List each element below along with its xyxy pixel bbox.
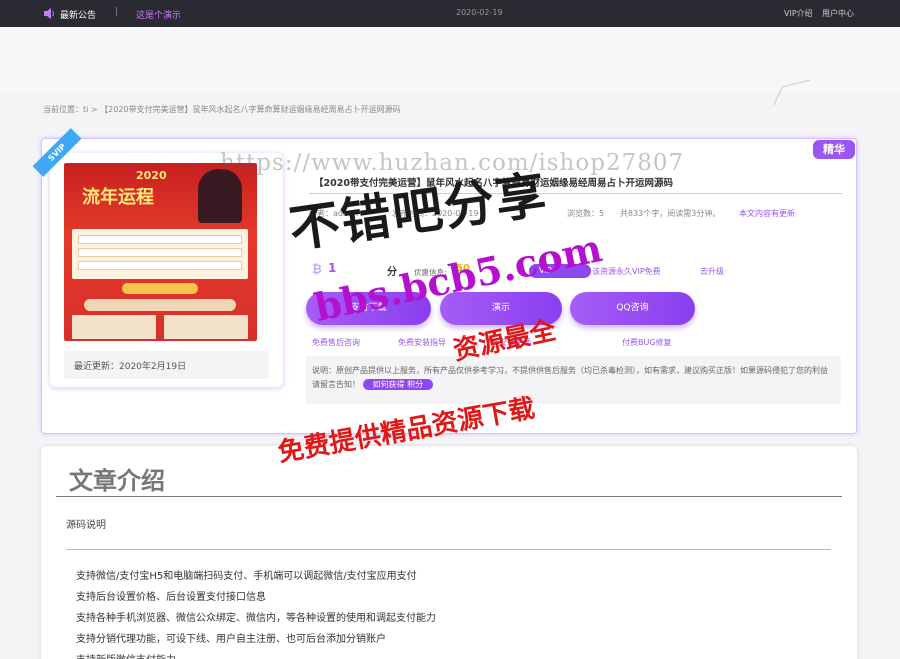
service-item: 免费安装指导 — [398, 338, 446, 347]
service-item: 付费BUG修复 — [622, 338, 672, 347]
content-update-link[interactable]: 本文内容有更新 — [739, 208, 795, 219]
poster-form-row — [78, 261, 242, 270]
notice-date: 2020-02-19 — [456, 8, 503, 17]
feature-item: 支持各种手机浏览器、微信公众绑定、微信内，等各种设置的使用和调起支付能力 — [76, 613, 436, 624]
featured-badge: 精华 — [813, 140, 855, 159]
poster-image — [164, 315, 248, 339]
coin-icon: ₿ — [312, 262, 322, 276]
separator: | — [115, 7, 119, 17]
top-bar: 最新公告 | 这是个演示 2020-02-19 VIP介绍 用户中心 — [0, 0, 900, 27]
banner-area — [0, 27, 900, 106]
last-update-text: 最近更新：2020年2月19日 — [74, 362, 187, 372]
speaker-icon — [44, 8, 54, 19]
product-thumbnail-card[interactable]: 2020 流年运程 最近更新：2020年2月19日 — [50, 153, 283, 387]
article-divider — [56, 496, 842, 497]
how-to-get-points-button[interactable]: 如何获得 积分 — [362, 379, 434, 390]
poster-form-row — [78, 235, 242, 244]
feature-item: 支持新版微信支付能力 — [76, 651, 176, 659]
poster-button — [122, 283, 198, 294]
last-update-strip: 最近更新：2020年2月19日 — [64, 351, 269, 379]
section-divider — [66, 549, 831, 550]
latest-notice-label[interactable]: 最新公告 — [60, 8, 96, 21]
poster-figure — [198, 169, 242, 223]
feature-item: 支持分销代理功能，可设下线、用户自主注册、也可后台添加分销账户 — [76, 634, 386, 645]
poster-year: 2020 — [136, 169, 167, 182]
poster-title: 流年运程 — [82, 187, 154, 208]
views-meta: 浏览数：5 — [567, 209, 605, 218]
word-count-meta: 共833个字，阅读需3分钟。 — [620, 209, 721, 218]
article-section: 文章介绍 源码说明 支持微信/支付宝H5和电脑端扫码支付、手机端可以调起微信/支… — [41, 446, 857, 659]
service-item: 免费售后咨询 — [312, 338, 360, 347]
demo-notice-link[interactable]: 这是个演示 — [136, 8, 181, 21]
feature-item: 支持后台设置价格、后台设置支付接口信息 — [76, 592, 266, 603]
poster-image — [72, 315, 156, 339]
product-poster-image[interactable]: 2020 流年运程 — [64, 163, 257, 341]
breadcrumb[interactable]: 当前位置：ti > 【2020带支付完美运营】鼠年风水起名八字算命算财运姻缘易经… — [43, 104, 401, 115]
poster-subtitle-bar — [84, 299, 236, 311]
qq-consult-button[interactable]: QQ咨询 — [570, 292, 695, 325]
poster-form-row — [78, 248, 242, 257]
feature-item: 支持微信/支付宝H5和电脑端扫码支付、手机端可以调起微信/支付宝应用支付 — [76, 571, 417, 582]
article-title: 文章介绍 — [69, 467, 165, 495]
poster-form — [72, 229, 248, 279]
decorative-line — [773, 79, 811, 106]
notice-box: 说明：原创产品提供以上服务，所有产品仅供参考学习，不提供供售后服务（均已杀毒检测… — [306, 356, 841, 404]
price-value: 1 — [328, 261, 337, 275]
vip-intro-link[interactable]: VIP介绍 — [784, 8, 813, 19]
notice-text: 说明：原创产品提供以上服务，所有产品仅供参考学习，不提供供售后服务（均已杀毒检测… — [312, 364, 834, 392]
upgrade-link[interactable]: 去升级 — [700, 266, 724, 277]
source-description-label: 源码说明 — [66, 520, 106, 531]
user-center-link[interactable]: 用户中心 — [822, 8, 854, 19]
